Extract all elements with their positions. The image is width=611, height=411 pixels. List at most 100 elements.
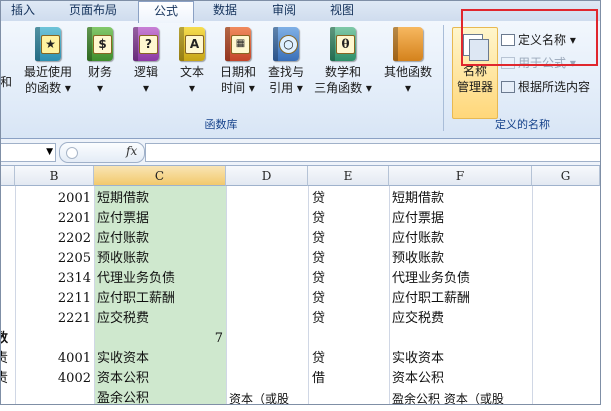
financial-icon: $ [87, 27, 113, 61]
cell-code[interactable]: 2202 [15, 229, 91, 249]
column-header-b[interactable]: B [15, 166, 94, 186]
table-row: 2211 应付职工薪酬 贷 应付职工薪酬 [1, 289, 600, 309]
tab-view[interactable]: 视图 [317, 1, 367, 21]
tab-review[interactable]: 审阅 [259, 1, 309, 21]
column-header-f[interactable]: F [389, 166, 532, 186]
cell-code[interactable]: 2201 [15, 209, 91, 229]
cell-account[interactable]: 代理业务负债 [97, 269, 175, 289]
cell-account[interactable]: 资本公积 [97, 369, 149, 389]
cell-account[interactable]: 应付职工薪酬 [97, 289, 175, 309]
table-row: 2201 应付票据 贷 应付票据 [1, 209, 600, 229]
cell-code[interactable]: 2205 [15, 249, 91, 269]
date-time-label-2: 时间 ▾ [221, 81, 255, 95]
column-header-e[interactable]: E [308, 166, 389, 186]
column-header-d[interactable]: D [226, 166, 308, 186]
cell-account[interactable]: 应付票据 [97, 209, 149, 229]
cell-code[interactable]: 2001 [15, 189, 91, 209]
cell-name[interactable]: 短期借款 [392, 189, 444, 209]
cell-direction[interactable]: 贷 [312, 349, 325, 369]
recently-used-button[interactable]: ★ 最近使用 的函数 ▾ [17, 27, 79, 96]
cell-code[interactable]: 4002 [15, 369, 91, 389]
tab-insert[interactable]: 插入 [1, 1, 45, 21]
defined-names-group-label: 定义的名称 [495, 118, 550, 131]
table-row: 2001 短期借款 贷 短期借款 [1, 189, 600, 209]
math-trig-label: 数学和 [324, 65, 361, 79]
column-header-c[interactable]: C [94, 166, 226, 186]
math-trig-label-2: 三角函数 ▾ [314, 81, 372, 95]
table-row: 责 4001 实收资本 贷 实收资本 [1, 349, 600, 369]
lookup-reference-label-2: 引用 ▾ [269, 81, 303, 95]
name-manager-label-2: 管理器 [456, 80, 493, 94]
tab-formulas[interactable]: 公式 [138, 1, 194, 23]
date-time-icon: ▦ [225, 27, 251, 61]
tab-data[interactable]: 数据 [199, 1, 251, 21]
cell-name[interactable]: 应付票据 [392, 209, 444, 229]
date-time-button[interactable]: ▦ 日期和 时间 ▾ [215, 27, 261, 96]
cell-label[interactable]: 责 [1, 369, 8, 389]
worksheet-grid[interactable]: 2001 短期借款 贷 短期借款 2201 应付票据 贷 应付票据 2202 应… [1, 186, 600, 404]
cell-name[interactable]: 应付账款 [392, 229, 444, 249]
math-trig-button[interactable]: θ 数学和 三角函数 ▾ [311, 27, 375, 96]
cell-direction[interactable]: 贷 [312, 209, 325, 229]
name-box-dropdown-icon[interactable]: ▼ [46, 146, 53, 158]
cell-name[interactable]: 代理业务负债 [392, 269, 470, 289]
autosum-label: 和 [0, 75, 12, 89]
lookup-reference-button[interactable]: ○ 查找与 引用 ▾ [263, 27, 309, 96]
cell-direction[interactable]: 贷 [312, 189, 325, 209]
cell-label[interactable]: 责 [1, 349, 8, 369]
cell-name[interactable]: 应交税费 [392, 309, 444, 329]
highlight-box [461, 9, 598, 66]
financial-label: 财务 [87, 65, 112, 79]
group-separator [443, 25, 444, 131]
financial-label-2: ▾ [96, 81, 104, 95]
logical-label: 逻辑 [133, 65, 158, 79]
cell-code[interactable]: 2314 [15, 269, 91, 289]
text-icon: A [179, 27, 205, 61]
financial-button[interactable]: $ 财务 ▾ [83, 27, 117, 96]
cell-name[interactable]: 预收账款 [392, 249, 444, 269]
more-functions-label-2: ▾ [404, 81, 412, 95]
tab-page-layout[interactable]: 页面布局 [53, 1, 133, 21]
name-box[interactable]: ▼ [1, 143, 56, 162]
column-header-g[interactable]: G [532, 166, 600, 186]
logical-label-2: ▾ [142, 81, 150, 95]
math-trig-icon: θ [330, 27, 356, 61]
cell-direction[interactable]: 贷 [312, 289, 325, 309]
insert-function-icon[interactable]: fx [126, 144, 137, 158]
cell-account[interactable]: 应付账款 [97, 229, 149, 249]
cell-direction[interactable]: 贷 [312, 309, 325, 329]
column-header-a[interactable] [1, 166, 15, 186]
text-label-2: ▾ [188, 81, 196, 95]
autosum-button[interactable]: 和 [0, 27, 15, 90]
cell-name[interactable]: 实收资本 [392, 349, 444, 369]
formula-input[interactable] [145, 143, 600, 162]
cell-direction[interactable]: 贷 [312, 229, 325, 249]
cell-account[interactable]: 预收账款 [97, 249, 149, 269]
cell-account[interactable]: 实收资本 [97, 349, 149, 369]
more-functions-icon [393, 27, 423, 61]
text-label: 文本 [179, 65, 204, 79]
cell-direction[interactable]: 贷 [312, 269, 325, 289]
text-button[interactable]: A 文本 ▾ [175, 27, 209, 96]
cell-name[interactable]: 应付职工薪酬 [392, 289, 470, 309]
cell-name[interactable]: 资本公积 [392, 369, 444, 389]
cell-count[interactable]: 7 [97, 329, 223, 349]
create-from-selection-button[interactable]: 根据所选内容 [501, 78, 590, 96]
logical-button[interactable]: ? 逻辑 ▾ [129, 27, 163, 96]
cell-code[interactable]: 2221 [15, 309, 91, 329]
cell-account[interactable]: 短期借款 [97, 189, 149, 209]
logical-icon: ? [133, 27, 159, 61]
cell-account[interactable]: 盈余公积 [97, 389, 149, 404]
more-functions-button[interactable]: 其他函数 ▾ [379, 27, 437, 96]
cell-code[interactable]: 2211 [15, 289, 91, 309]
create-from-selection-label: 根据所选内容 [518, 80, 591, 94]
cell-note[interactable]: 资本（或股 [229, 389, 289, 404]
cell-code[interactable]: 4001 [15, 349, 91, 369]
cell-account[interactable]: 应交税费 [97, 309, 149, 329]
lookup-reference-icon: ○ [273, 27, 299, 61]
cell-direction[interactable]: 贷 [312, 249, 325, 269]
cell-direction[interactable]: 借 [312, 369, 325, 389]
table-row: 2314 代理业务负债 贷 代理业务负债 [1, 269, 600, 289]
cell-name[interactable]: 盈余公积 资本（或股 [392, 389, 504, 404]
cell-label[interactable]: 数 [1, 329, 8, 349]
